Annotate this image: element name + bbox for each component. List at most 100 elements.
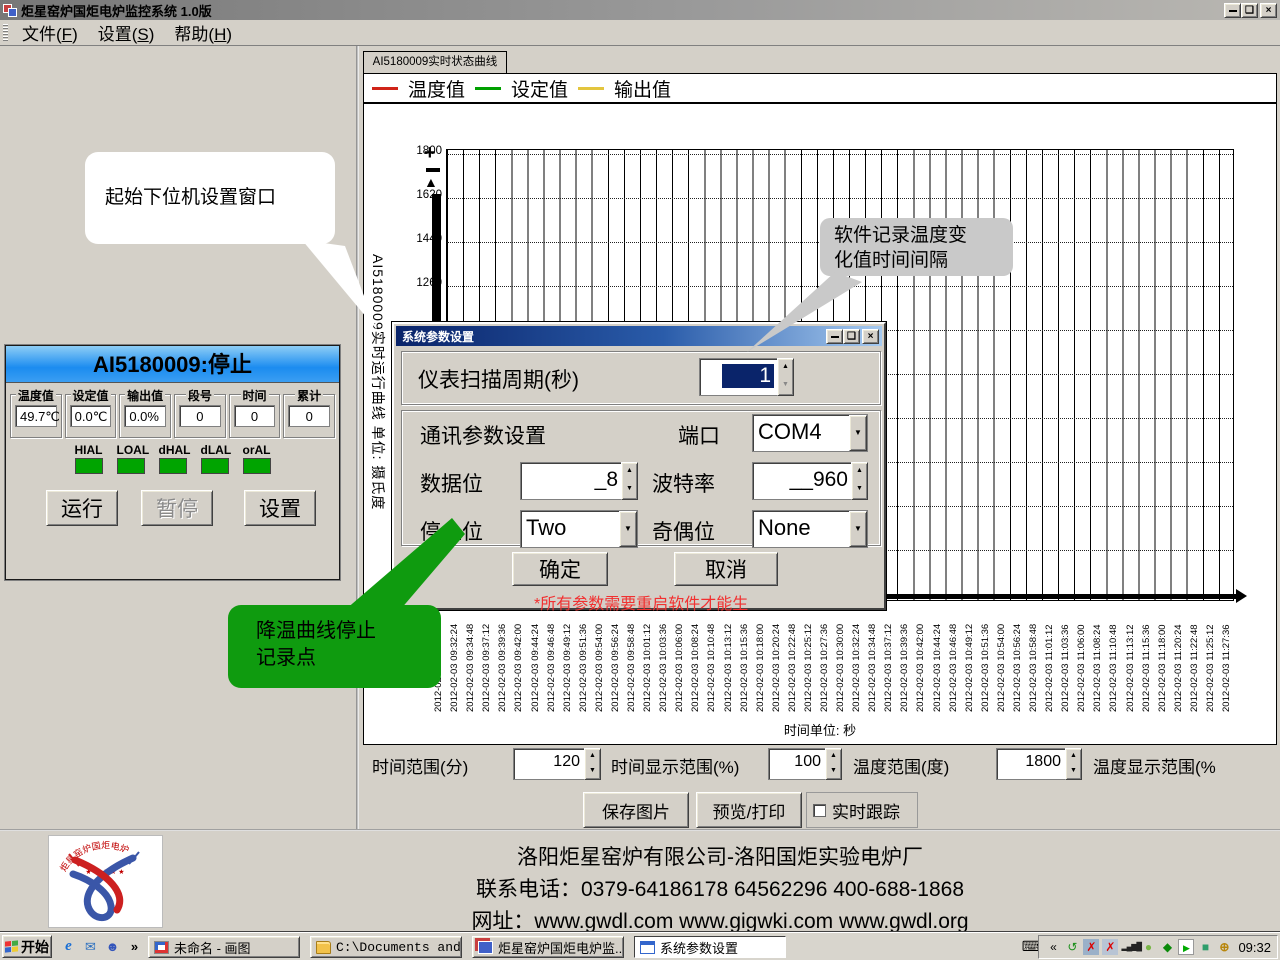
down-arrow-icon[interactable]: ▼ — [852, 481, 867, 499]
field-group-5: 累计0 — [283, 394, 335, 438]
cancel-button[interactable]: 取消 — [674, 552, 778, 586]
databits-value[interactable]: _8 — [520, 462, 621, 500]
network-offline-2-icon[interactable]: ✗ — [1102, 939, 1118, 955]
time-range-value[interactable]: 120 — [513, 748, 584, 780]
task-button-2[interactable]: 炬星窑炉国炬电炉监... — [472, 936, 624, 958]
scan-period-spinner[interactable]: 1 ▲▼ — [699, 358, 794, 396]
mail-icon[interactable]: ✉ — [82, 938, 99, 955]
x-tick-label-14: 2012-02-03 10:03:36 — [658, 604, 671, 712]
dropdown-arrow-icon[interactable]: ▼ — [849, 511, 867, 547]
restart-warning-text: *所有参数需要重启软件才能生 — [534, 590, 748, 614]
down-arrow-icon[interactable]: ▼ — [622, 481, 637, 499]
baud-spinner[interactable]: __960 ▲▼ — [752, 462, 868, 500]
ie-icon[interactable]: e — [60, 938, 77, 955]
down-arrow-icon[interactable]: ▼ — [778, 377, 793, 395]
legend-label-2: 输出值 — [614, 75, 671, 102]
pause-button: 暂停 — [141, 490, 213, 526]
up-arrow-icon[interactable]: ▲ — [1066, 749, 1081, 764]
close-button[interactable]: × — [1260, 3, 1277, 18]
x-tick-label-27: 2012-02-03 10:34:48 — [867, 604, 880, 712]
alarm-indicators — [6, 458, 339, 474]
h-gridline-1800 — [447, 154, 1233, 155]
menu-item-0[interactable]: 文件(F) — [12, 19, 88, 46]
scheduler-icon[interactable]: ▶ — [1178, 939, 1194, 955]
field-group-2: 输出值0.0% — [119, 394, 171, 438]
temp-range-spinner[interactable]: 1800 ▲▼ — [996, 748, 1082, 780]
callout-record-interval-tail — [735, 272, 865, 354]
down-arrow-icon[interactable]: ▼ — [585, 764, 600, 779]
shield-icon[interactable]: ◆ — [1159, 939, 1175, 955]
dropdown-arrow-icon[interactable]: ▼ — [849, 415, 867, 451]
field-label-1: 设定值 — [70, 387, 110, 404]
callout-cooling-stop-line2: 记录点 — [256, 645, 441, 672]
start-button[interactable]: 开始 — [2, 935, 52, 958]
port-combobox[interactable]: COM4 ▼ — [752, 414, 868, 452]
app-icon — [3, 4, 17, 17]
dropdown-arrow-icon[interactable]: ▼ — [619, 511, 637, 547]
task-button-0[interactable]: 未命名 - 画图 — [148, 936, 300, 958]
preview-print-button[interactable]: 预览/打印 — [696, 792, 802, 828]
company-logo: 炬星窑炉国炬电炉 ★ ★ ★ ★ ★ — [48, 835, 163, 928]
window-icon — [640, 941, 655, 954]
up-arrow-icon[interactable]: ▲ — [585, 749, 600, 764]
field-label-4: 时间 — [241, 387, 269, 404]
task-button-3[interactable]: 系统参数设置 — [634, 936, 786, 958]
messenger-icon[interactable]: ☻ — [104, 938, 121, 955]
callout-cooling-stop-tail — [330, 518, 465, 610]
health-ball-icon[interactable]: ● — [1140, 939, 1156, 955]
databits-spinner[interactable]: _8 ▲▼ — [520, 462, 638, 500]
minimize-button[interactable] — [1224, 3, 1241, 18]
menu-item-2[interactable]: 帮助(H) — [164, 19, 242, 46]
signal-bars-icon[interactable]: ▂▄▆█ — [1121, 939, 1137, 955]
time-display-spinner[interactable]: 100 ▲▼ — [768, 748, 842, 780]
x-tick-label-2: 2012-02-03 09:34:48 — [465, 604, 478, 712]
up-arrow-icon[interactable]: ▲ — [622, 463, 637, 481]
safety-plus-icon[interactable]: ⊕ — [1216, 939, 1232, 955]
up-arrow-icon[interactable]: ▲ — [778, 359, 793, 377]
parity-label: 奇偶位 — [652, 516, 715, 546]
x-tick-label-41: 2012-02-03 11:08:24 — [1092, 604, 1105, 712]
x-tick-label-48: 2012-02-03 11:25:12 — [1205, 604, 1218, 712]
ok-button[interactable]: 确定 — [512, 552, 608, 586]
network-offline-icon[interactable]: ✗ — [1083, 939, 1099, 955]
task-button-label-3: 系统参数设置 — [660, 938, 738, 957]
callout-start-window-text: 起始下位机设置窗口 — [105, 187, 276, 208]
stopbits-combobox[interactable]: Two ▼ — [520, 510, 638, 548]
realtime-track-checkbox[interactable] — [813, 804, 826, 817]
down-arrow-icon[interactable]: ▼ — [1066, 764, 1081, 779]
down-arrow-icon[interactable]: ▼ — [826, 764, 841, 779]
menu-item-1[interactable]: 设置(S) — [88, 19, 165, 46]
time-range-spinner[interactable]: 120 ▲▼ — [513, 748, 601, 780]
port-value: COM4 — [753, 415, 849, 451]
menu-grip[interactable] — [3, 24, 8, 42]
up-arrow-icon[interactable]: ▲ — [826, 749, 841, 764]
zoom-in-icon[interactable]: + — [424, 142, 436, 165]
chevron-left-icon[interactable]: « — [1045, 939, 1061, 955]
baud-value[interactable]: __960 — [752, 462, 851, 500]
comm-params-label: 通讯参数设置 — [420, 420, 546, 450]
x-tick-label-30: 2012-02-03 10:42:00 — [915, 604, 928, 712]
time-display-value[interactable]: 100 — [768, 748, 825, 780]
restore-button[interactable]: ❑ — [1241, 3, 1258, 18]
field-group-4: 时间0 — [229, 394, 281, 438]
parity-combobox[interactable]: None ▼ — [752, 510, 868, 548]
setup-button[interactable]: 设置 — [244, 490, 316, 526]
quick-launch-overflow-icon[interactable]: » — [126, 938, 143, 955]
temp-range-value[interactable]: 1800 — [996, 748, 1065, 780]
scan-period-value[interactable]: 1 — [699, 358, 777, 396]
task-button-1[interactable]: C:\Documents and Se... — [310, 936, 462, 958]
callout-start-window: 起始下位机设置窗口 — [85, 152, 335, 244]
tab-realtime-curve[interactable]: AI5180009实时状态曲线 — [363, 51, 507, 74]
parity-value: None — [753, 511, 849, 547]
x-tick-label-6: 2012-02-03 09:44:24 — [530, 604, 543, 712]
save-image-button[interactable]: 保存图片 — [583, 792, 689, 828]
x-tick-label-46: 2012-02-03 11:20:24 — [1173, 604, 1186, 712]
scroll-up-arrow-icon[interactable]: ▲ — [424, 174, 438, 190]
package-icon[interactable]: ■ — [1197, 939, 1213, 955]
run-button[interactable]: 运行 — [46, 490, 118, 526]
zoom-out-icon[interactable] — [426, 168, 440, 172]
updates-icon[interactable]: ↺ — [1064, 939, 1080, 955]
temp-range-label: 温度范围(度) — [853, 753, 949, 778]
alarm-indicator-1 — [117, 458, 145, 474]
up-arrow-icon[interactable]: ▲ — [852, 463, 867, 481]
